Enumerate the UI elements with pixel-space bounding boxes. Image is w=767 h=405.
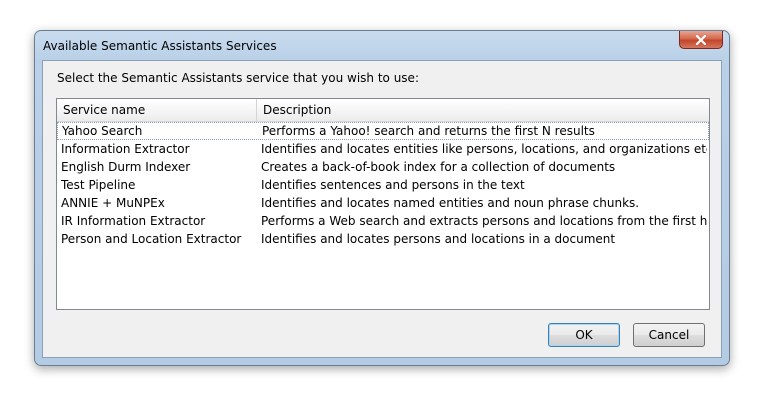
service-name-cell: Person and Location Extractor — [61, 232, 242, 246]
table-row[interactable]: English Durm Indexer Creates a back-of-bo… — [57, 158, 709, 176]
table-row[interactable]: Information Extractor Identifies and loca… — [57, 140, 709, 158]
table-row[interactable]: Yahoo Search Performs a Yahoo! search and… — [57, 122, 709, 140]
list-header: Service name Description — [57, 99, 709, 122]
service-description-cell: Identifies and locates named entities an… — [261, 196, 640, 210]
service-name-cell: Test Pipeline — [61, 178, 136, 192]
column-header-description[interactable]: Description — [257, 99, 709, 121]
service-description-cell: Performs a Yahoo! search and returns the… — [262, 124, 595, 138]
service-description-cell: Identifies and locates persons and locat… — [261, 232, 616, 246]
service-description-cell: Identifies and locates entities like per… — [261, 142, 707, 156]
service-description-cell: Creates a back-of-book index for a colle… — [261, 160, 616, 174]
service-description-cell: Performs a Web search and extracts perso… — [261, 214, 707, 228]
table-row[interactable]: IR Information Extractor Performs a Web s… — [57, 212, 709, 230]
cancel-button[interactable]: Cancel — [633, 323, 705, 347]
table-row[interactable]: ANNIE + MuNPEx Identifies and locates nam… — [57, 194, 709, 212]
dialog-prompt: Select the Semantic Assistants service t… — [57, 71, 419, 85]
table-row[interactable]: Test Pipeline Identifies sentences and pe… — [57, 176, 709, 194]
list-rows: Yahoo Search Performs a Yahoo! search and… — [57, 122, 709, 248]
close-icon — [695, 34, 707, 45]
services-list[interactable]: Service name Description Yahoo Search Per… — [56, 98, 710, 310]
window-title: Available Semantic Assistants Services — [43, 39, 277, 53]
service-name-cell: English Durm Indexer — [61, 160, 191, 174]
column-header-service-name[interactable]: Service name — [57, 99, 257, 121]
service-description-cell: Identifies sentences and persons in the … — [261, 178, 525, 192]
ok-button[interactable]: OK — [548, 323, 620, 347]
close-button[interactable] — [679, 31, 723, 49]
table-row[interactable]: Person and Location Extractor Identifies … — [57, 230, 709, 248]
service-name-cell: Yahoo Search — [62, 124, 143, 138]
service-name-cell: IR Information Extractor — [61, 214, 206, 228]
dialog-window: Available Semantic Assistants Services S… — [34, 30, 730, 366]
service-name-cell: Information Extractor — [61, 142, 190, 156]
dialog-body: Select the Semantic Assistants service t… — [42, 60, 722, 358]
service-name-cell: ANNIE + MuNPEx — [61, 196, 165, 210]
